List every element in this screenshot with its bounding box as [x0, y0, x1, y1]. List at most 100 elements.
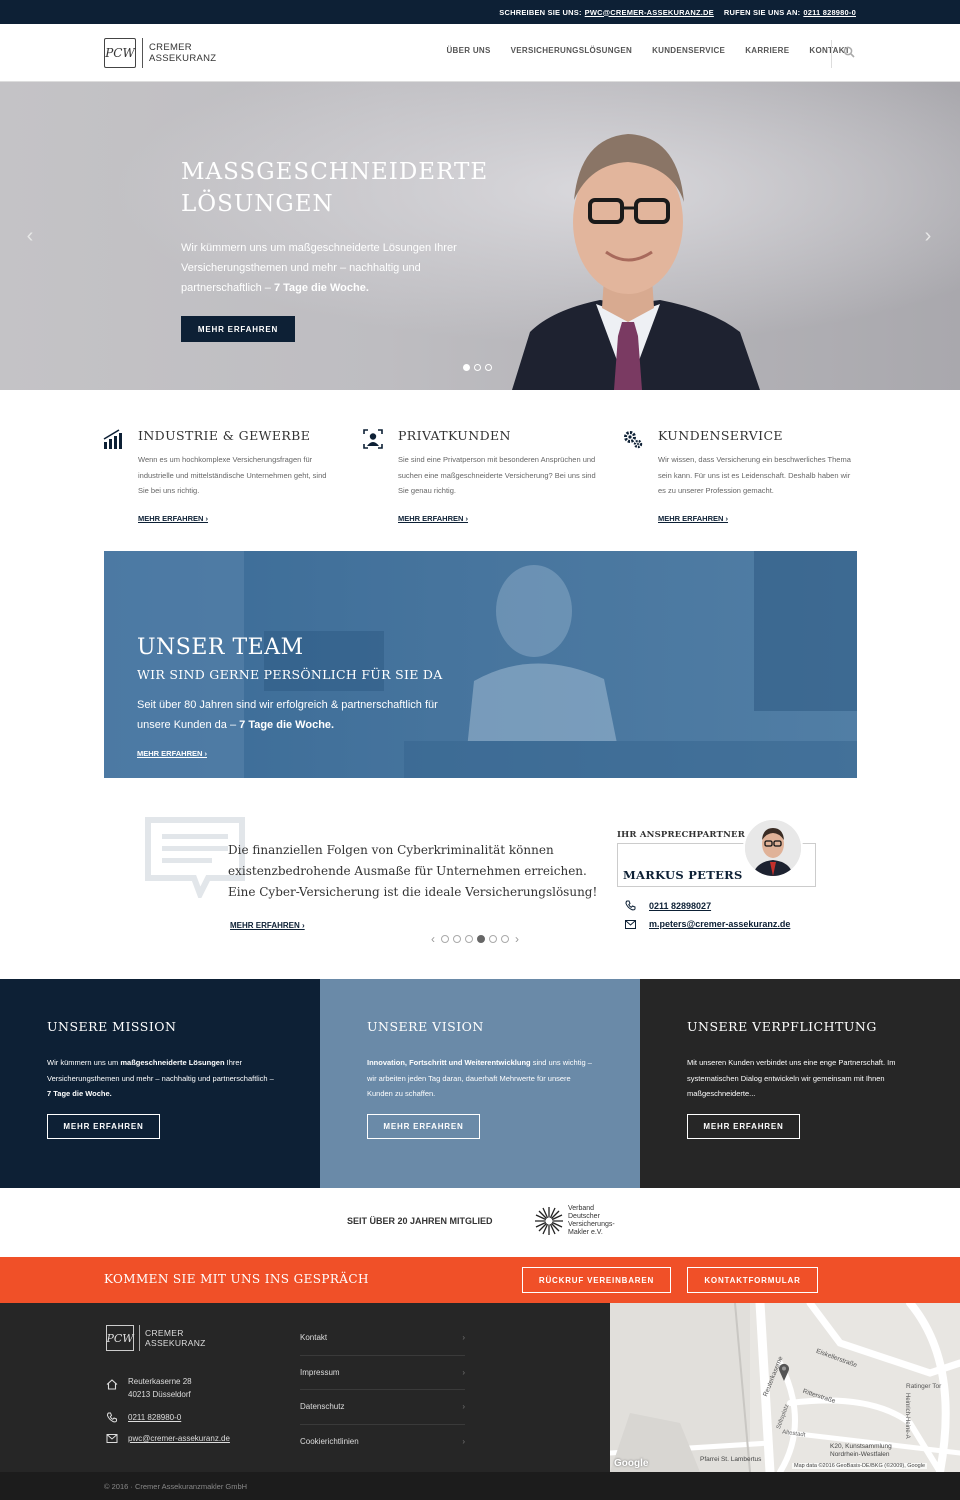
cta-text: KOMMEN SIE MIT UNS INS GESPRÄCH	[104, 1272, 369, 1286]
search-icon[interactable]	[843, 46, 855, 58]
write-label: SCHREIBEN SIE UNS:	[499, 7, 582, 17]
topbar-phone-link[interactable]: 0211 828980-0	[803, 8, 856, 17]
contact-phone[interactable]: 0211 82898027	[625, 900, 711, 911]
footer-link-impressum[interactable]: Impressum ›	[300, 1356, 465, 1390]
quote-dot[interactable]	[441, 935, 449, 943]
location-map[interactable]: Eiskellerstraße Ritterstraße Reuterkaser…	[610, 1303, 960, 1472]
nav-item-karriere[interactable]: KARRIERE	[745, 46, 789, 55]
hero-dot-2[interactable]	[474, 364, 481, 371]
vdvm-sunburst-icon	[535, 1207, 563, 1235]
footer-phone-value[interactable]: 0211 828980-0	[128, 1411, 181, 1424]
footer-phone[interactable]: 0211 828980-0	[106, 1411, 181, 1424]
column-text-bold: maßgeschneiderte Lösungen	[120, 1058, 225, 1067]
column-verpflichtung: UNSERE VERPFLICHTUNG Mit unseren Kunden …	[640, 979, 960, 1188]
phone-icon	[106, 1412, 117, 1423]
feature-more-link[interactable]: MEHR ERFAHREN ›	[138, 514, 208, 523]
hero-portrait-image	[0, 82, 960, 390]
phone-icon	[625, 900, 636, 911]
hero-dot-3[interactable]	[485, 364, 492, 371]
feature-text: Wir wissen, dass Versicherung ein beschw…	[658, 455, 851, 495]
map-label: Heinrich-Heine-A	[904, 1393, 910, 1439]
column-title: UNSERE MISSION	[47, 1019, 177, 1034]
chevron-right-icon: ›	[462, 1437, 465, 1447]
footer-email[interactable]: pwc@cremer-assekuranz.de	[106, 1432, 230, 1445]
quote-text: Die finanziellen Folgen von Cyberkrimina…	[228, 843, 598, 899]
topbar-email-link[interactable]: PWC@CREMER-ASSEKURANZ.DE	[585, 8, 714, 17]
footer-link-datenschutz[interactable]: Datenschutz ›	[300, 1390, 465, 1425]
main-nav: ÜBER UNS VERSICHERUNGSLÖSUNGEN KUNDENSER…	[446, 46, 850, 55]
quote-prev-arrow[interactable]: ‹	[431, 932, 435, 946]
team-more-link[interactable]: MEHR ERFAHREN ›	[137, 749, 207, 758]
footer-logo-line2: ASSEKURANZ	[145, 1338, 206, 1348]
contact-form-button[interactable]: KONTAKTFORMULAR	[687, 1267, 818, 1293]
hero-pagination	[463, 364, 492, 371]
feature-title: KUNDENSERVICE	[658, 428, 783, 443]
footer-link-kontakt[interactable]: Kontakt ›	[300, 1321, 465, 1356]
avatar	[743, 818, 803, 878]
footer-links: Kontakt › Impressum › Datenschutz › Cookier…	[300, 1321, 465, 1459]
map-label: K20, Kunstsammlung Nordrhein-Westfalen	[830, 1443, 892, 1458]
top-bar: SCHREIBEN SIE UNS: PWC@CREMER-ASSEKURANZ…	[0, 0, 960, 24]
feature-title: INDUSTRIE & GEWERBE	[138, 428, 311, 443]
chevron-right-icon: ›	[462, 1402, 465, 1412]
quote-dot-active[interactable]	[477, 935, 485, 943]
nav-item-ueber-uns[interactable]: ÜBER UNS	[446, 46, 490, 55]
hero-more-button[interactable]: MEHR ERFAHREN	[181, 316, 295, 342]
footer-logo[interactable]: PCW CREMER ASSEKURANZ	[106, 1325, 206, 1351]
call-label: RUFEN SIE UNS AN:	[723, 7, 801, 17]
team-title: UNSER TEAM	[137, 635, 304, 660]
hero-dot-1[interactable]	[463, 364, 470, 371]
quote-dot[interactable]	[453, 935, 461, 943]
team-text-bold: 7 Tage die Woche.	[239, 719, 335, 731]
mail-icon	[106, 1434, 118, 1443]
callback-button[interactable]: RÜCKRUF VEREINBAREN	[522, 1267, 671, 1293]
feature-more-link[interactable]: MEHR ERFAHREN ›	[658, 514, 728, 523]
footer-email-value[interactable]: pwc@cremer-assekuranz.de	[128, 1432, 230, 1445]
membership-label: SEIT ÜBER 20 JAHREN MITGLIED	[347, 1216, 493, 1226]
column-text: Innovation, Fortschritt und Weiterentwic…	[367, 1055, 597, 1102]
quote-dot[interactable]	[489, 935, 497, 943]
footer-link-cookierichtlinien[interactable]: Cookierichtlinien ›	[300, 1425, 465, 1460]
quote-dot[interactable]	[501, 935, 509, 943]
column-more-button[interactable]: MEHR ERFAHREN	[47, 1114, 160, 1139]
footer-link-label: Kontakt	[300, 1333, 328, 1343]
hero-slider: MASSGESCHNEIDERTE LÖSUNGEN Wir kümmern u…	[0, 82, 960, 390]
nav-item-versicherungsloesungen[interactable]: VERSICHERUNGSLÖSUNGEN	[511, 46, 632, 55]
logo-line2: ASSEKURANZ	[149, 53, 217, 64]
vdvm-line4: Makler e.V.	[568, 1229, 603, 1236]
vdvm-logo[interactable]: Verband Deutscher Versicherungs- Makler …	[534, 1205, 615, 1237]
column-more-button[interactable]: MEHR ERFAHREN	[367, 1114, 480, 1139]
contact-name: MARKUS PETERS	[623, 868, 743, 882]
home-icon	[106, 1379, 118, 1390]
gears-icon	[624, 431, 643, 449]
bar-chart-icon	[103, 429, 122, 449]
feature-more-link[interactable]: MEHR ERFAHREN ›	[398, 514, 468, 523]
hero-next-arrow[interactable]: ›	[921, 226, 935, 246]
chevron-right-icon: ›	[462, 1367, 465, 1377]
quote-next-arrow[interactable]: ›	[515, 932, 519, 946]
hero-text: Wir kümmern uns um maßgeschneiderte Lösu…	[181, 238, 491, 298]
contact-email-value[interactable]: m.peters@cremer-assekuranz.de	[649, 919, 790, 929]
quote-dot[interactable]	[465, 935, 473, 943]
contact-email[interactable]: m.peters@cremer-assekuranz.de	[625, 919, 790, 929]
column-mission: UNSERE MISSION Wir kümmern uns um maßges…	[0, 979, 320, 1188]
contact-phone-value[interactable]: 0211 82898027	[649, 901, 711, 911]
map-label: Pfarrei St. Lambertus	[700, 1456, 762, 1463]
hero-title: MASSGESCHNEIDERTE LÖSUNGEN	[181, 156, 488, 220]
team-text: Seit über 80 Jahren sind wir erfolgreich…	[137, 695, 457, 735]
vdvm-line3: Versicherungs-	[568, 1221, 615, 1228]
quote-more-link[interactable]: MEHR ERFAHREN ›	[230, 921, 305, 930]
column-more-button[interactable]: MEHR ERFAHREN	[687, 1114, 800, 1139]
footer-logo-line1: CREMER	[145, 1328, 184, 1338]
team-banner: UNSER TEAM WIR SIND GERNE PERSÖNLICH FÜR…	[104, 551, 857, 778]
copyright-text: © 2016 · Cremer Assekuranzmakler GmbH	[104, 1482, 248, 1491]
cta-bar: KOMMEN SIE MIT UNS INS GESPRÄCH RÜCKRUF …	[0, 1257, 960, 1303]
column-text-bold: 7 Tage die Woche.	[47, 1089, 112, 1098]
hero-prev-arrow[interactable]: ‹	[23, 226, 37, 246]
feature-title: PRIVATKUNDEN	[398, 428, 511, 443]
footer-city: 40213 Düsseldorf	[128, 1390, 191, 1399]
feature-text: Sie sind eine Privatperson mit besondere…	[398, 455, 596, 495]
logo[interactable]: PCW CREMER ASSEKURANZ	[104, 38, 216, 68]
nav-item-kundenservice[interactable]: KUNDENSERVICE	[652, 46, 725, 55]
mail-icon	[625, 919, 636, 929]
